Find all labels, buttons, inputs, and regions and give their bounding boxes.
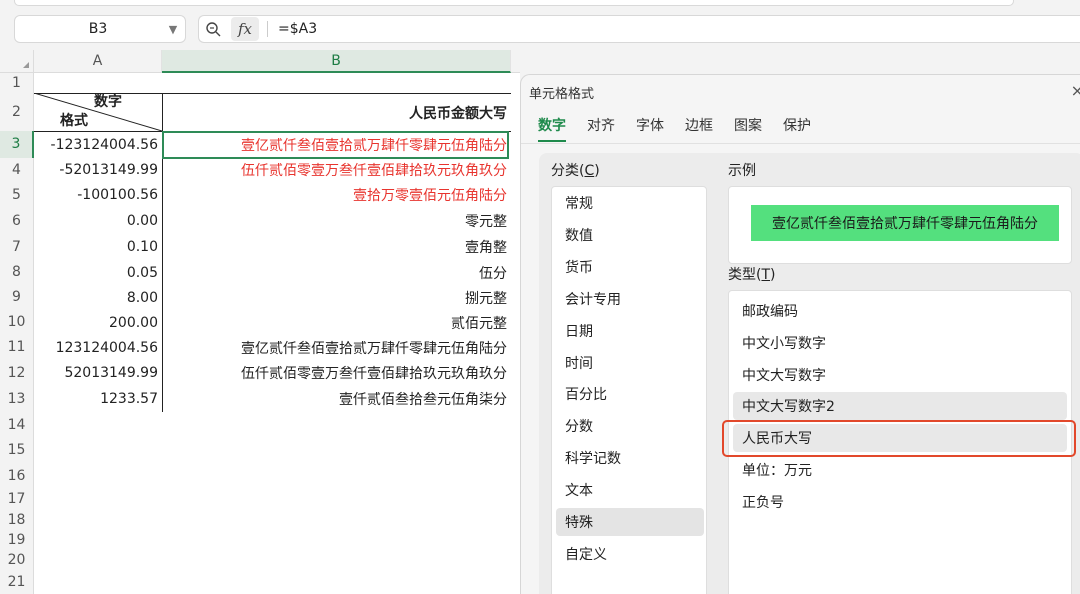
tab-divider [521, 143, 1080, 144]
row-header-13[interactable]: 13 [0, 386, 34, 412]
window-pane-edge [14, 0, 1014, 6]
chevron-down-icon[interactable]: ▼ [161, 23, 185, 36]
row-header-14[interactable]: 14 [0, 412, 34, 438]
row-header-8[interactable]: 8 [0, 260, 34, 285]
category-item[interactable]: 分数 [556, 412, 704, 440]
row-header-2[interactable]: 2 [0, 93, 34, 131]
cell-b8[interactable]: 伍分 [162, 260, 511, 285]
name-box[interactable]: B3 ▼ [14, 15, 186, 43]
category-list[interactable]: 常规数值货币会计专用日期时间百分比分数科学记数文本特殊自定义 [551, 186, 707, 594]
cell-a5[interactable]: -100100.56 [34, 182, 162, 208]
cell-b5[interactable]: 壹拾万零壹佰元伍角陆分 [162, 182, 511, 208]
cell-b12[interactable]: 伍仟贰佰零壹万叁仟壹佰肆拾玖元玖角玖分 [162, 360, 511, 386]
zoom-icon[interactable] [199, 17, 227, 41]
cell-a4[interactable]: -52013149.99 [34, 158, 162, 182]
formula-row: B3 ▼ fx =$A3 [0, 8, 1080, 48]
spreadsheet[interactable]: ABCDEFGH 1234567891011121314151617181920… [0, 50, 520, 594]
cell-a12[interactable]: 52013149.99 [34, 360, 162, 386]
cell-a3[interactable]: -123124004.56 [34, 131, 162, 158]
row-header-5[interactable]: 5 [0, 182, 34, 208]
type-item[interactable]: 中文大写数字2 [733, 392, 1067, 421]
row-header-9[interactable]: 9 [0, 285, 34, 310]
row-header-16[interactable]: 16 [0, 463, 34, 489]
row-header-10[interactable]: 10 [0, 310, 34, 335]
row-header-15[interactable]: 15 [0, 438, 34, 463]
formula-separator [267, 21, 268, 37]
cell-reference: B3 [88, 21, 108, 37]
row-header-4[interactable]: 4 [0, 158, 34, 182]
diagonal-header-line [34, 93, 162, 131]
row-header-7[interactable]: 7 [0, 234, 34, 260]
type-item[interactable]: 单位：万元 [733, 456, 1067, 484]
cell-a7[interactable]: 0.10 [34, 234, 162, 260]
sample-box: 壹亿贰仟叁佰壹拾贰万肆仟零肆元伍角陆分 [728, 186, 1072, 264]
category-item[interactable]: 自定义 [556, 540, 704, 568]
column-header-a[interactable]: A [34, 50, 162, 73]
row-header-17[interactable]: 17 [0, 489, 34, 510]
formula-text[interactable]: =$A3 [278, 21, 317, 37]
type-item[interactable]: 邮政编码 [733, 297, 1067, 325]
row-header-3[interactable]: 3 [0, 131, 34, 158]
row-header-1[interactable]: 1 [0, 73, 34, 93]
category-label: 分类(C) [551, 163, 600, 179]
tab-0[interactable]: 数字 [538, 115, 566, 142]
type-item[interactable]: 中文大写数字 [733, 361, 1067, 389]
table-border-top [34, 93, 511, 94]
select-all-corner[interactable] [0, 50, 34, 73]
cell-b13[interactable]: 壹仟贰佰叁拾叁元伍角柒分 [162, 386, 511, 412]
format-cells-dialog: 单元格格式 × 数字 对齐 字体 边框 图案 保护 分类(C) 常规数值货币会计专用日期时… [520, 74, 1080, 594]
fx-icon[interactable]: fx [231, 17, 259, 41]
tab-1[interactable]: 对齐 [587, 115, 615, 142]
category-item[interactable]: 常规 [556, 189, 704, 217]
number-panel: 分类(C) 常规 数值 货币 会计专用 日期 时间 百分比 分数 科学记数 文本 特殊 自定义 示例 … [539, 153, 1080, 594]
cell-a11[interactable]: 123124004.56 [34, 335, 162, 360]
dialog-tabs: 数字 对齐 字体 边框 图案 保护 [538, 115, 832, 142]
category-item[interactable]: 数值 [556, 221, 704, 249]
selected-cell-b3 [162, 131, 509, 159]
category-item[interactable]: 特殊 [556, 508, 704, 536]
category-item[interactable]: 文本 [556, 476, 704, 504]
column-header-b[interactable]: B [162, 50, 511, 73]
tab-4[interactable]: 图案 [734, 115, 762, 142]
header-rmb-uppercase: 人民币金额大写 [409, 106, 507, 122]
sample-value: 壹亿贰仟叁佰壹拾贰万肆仟零肆元伍角陆分 [751, 205, 1059, 241]
formula-bar[interactable]: fx =$A3 [198, 15, 1080, 43]
cell-b4[interactable]: 伍仟贰佰零壹万叁仟壹佰肆拾玖元玖角玖分 [162, 158, 511, 182]
tab-3[interactable]: 边框 [685, 115, 713, 142]
column-header-c[interactable]: C [511, 50, 520, 73]
cell-a6[interactable]: 0.00 [34, 208, 162, 234]
category-item[interactable]: 科学记数 [556, 444, 704, 472]
row-header-19[interactable]: 19 [0, 530, 34, 550]
cell-b7[interactable]: 壹角整 [162, 234, 511, 260]
cell-b11[interactable]: 壹亿贰仟叁佰壹拾贰万肆仟零肆元伍角陆分 [162, 335, 511, 360]
row-header-11[interactable]: 11 [0, 335, 34, 360]
cell-a10[interactable]: 200.00 [34, 310, 162, 335]
cell-b6[interactable]: 零元整 [162, 208, 511, 234]
category-item[interactable]: 会计专用 [556, 285, 704, 313]
row-header-6[interactable]: 6 [0, 208, 34, 234]
sample-label: 示例 [728, 163, 756, 179]
cell-b9[interactable]: 捌元整 [162, 285, 511, 310]
row-header-21[interactable]: 21 [0, 571, 34, 594]
type-item[interactable]: 正负号 [733, 488, 1067, 516]
category-item[interactable]: 百分比 [556, 380, 704, 408]
type-label: 类型(T) [728, 267, 776, 283]
window-top-strip [0, 0, 1080, 8]
tab-2[interactable]: 字体 [636, 115, 664, 142]
category-item[interactable]: 时间 [556, 349, 704, 377]
type-item[interactable]: 中文小写数字 [733, 329, 1067, 357]
row-header-20[interactable]: 20 [0, 550, 34, 571]
cell-a9[interactable]: 8.00 [34, 285, 162, 310]
cell-a8[interactable]: 0.05 [34, 260, 162, 285]
row-header-18[interactable]: 18 [0, 510, 34, 530]
category-item[interactable]: 日期 [556, 317, 704, 345]
cell-a13[interactable]: 1233.57 [34, 386, 162, 412]
row-header-12[interactable]: 12 [0, 360, 34, 386]
tab-5[interactable]: 保护 [783, 115, 811, 142]
cell-b10[interactable]: 贰佰元整 [162, 310, 511, 335]
highlight-box [722, 420, 1076, 457]
close-icon[interactable]: × [1071, 81, 1080, 100]
dialog-title: 单元格格式 [529, 87, 595, 102]
category-item[interactable]: 货币 [556, 253, 704, 281]
